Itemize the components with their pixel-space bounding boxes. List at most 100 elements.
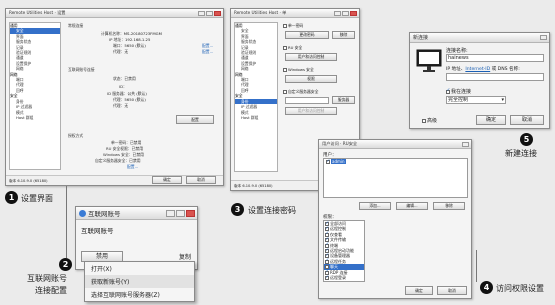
user-access-control-button[interactable]: 用户和访问控制 bbox=[285, 53, 337, 61]
window-controls bbox=[462, 141, 471, 147]
edit-user-button[interactable]: 编辑... bbox=[396, 202, 428, 210]
callout-line-2 bbox=[66, 186, 67, 258]
add-user-button[interactable]: 添加... bbox=[359, 202, 391, 210]
maximize-button[interactable] bbox=[206, 10, 213, 16]
minimize-button[interactable] bbox=[198, 10, 205, 16]
tree-item[interactable]: Host 群组 bbox=[235, 115, 277, 120]
windows-security-checkbox[interactable] bbox=[283, 68, 287, 72]
auth-config-link[interactable]: 配置... bbox=[127, 164, 138, 170]
step-badge-3: 3 bbox=[231, 203, 244, 216]
minimize-button[interactable] bbox=[166, 209, 175, 217]
internet-id-config-button[interactable]: 配置 bbox=[176, 115, 214, 124]
globe-icon bbox=[79, 209, 86, 217]
custom-server-checkbox[interactable] bbox=[283, 90, 287, 94]
server-button[interactable]: 服务器 bbox=[332, 96, 355, 104]
caption-settings-ui: 设置界面 bbox=[21, 194, 53, 203]
minimize-button[interactable] bbox=[334, 10, 341, 16]
close-button[interactable] bbox=[462, 141, 469, 147]
internet-id-label: 互联网账号 bbox=[81, 227, 114, 235]
window-controls bbox=[540, 35, 549, 40]
user-list-item[interactable]: admin bbox=[324, 159, 467, 164]
caption-access-permission: 访问权限设置 bbox=[496, 284, 544, 293]
settings-window: Remote Utilities Host · 设置 通用 安全 界面 服务状态 记录验… bbox=[5, 8, 224, 186]
tree-item[interactable]: Host 群组 bbox=[10, 115, 60, 120]
single-password-option[interactable]: 单一密码 bbox=[283, 23, 303, 29]
server-select[interactable] bbox=[285, 97, 329, 104]
chevron-down-icon: ▾ bbox=[501, 97, 504, 103]
caption-connection-password: 设置连接密码 bbox=[248, 206, 296, 215]
cancel-button[interactable]: 取消 bbox=[186, 176, 216, 184]
security-titlebar: Remote Utilities Host · 单 bbox=[231, 9, 359, 18]
context-menu-item[interactable]: 打开(X) bbox=[85, 262, 194, 275]
id-row: ID： bbox=[119, 84, 127, 89]
window-title: 用户访问 · RU安全 bbox=[322, 141, 358, 146]
advanced-checkbox[interactable] bbox=[422, 118, 426, 123]
custom-server-security-option[interactable]: 自定义服务器安全 bbox=[283, 89, 318, 95]
id-proxy-row: 代理：无 bbox=[113, 103, 129, 108]
caption-internet-id-line2: 连接配置 bbox=[35, 286, 67, 295]
custom-user-access-button[interactable]: 用户和访问控制 bbox=[285, 107, 337, 115]
callout-line-4 bbox=[476, 250, 477, 282]
users-list[interactable]: admin bbox=[323, 158, 468, 198]
permission-checkbox[interactable] bbox=[325, 275, 329, 280]
single-password-checkbox[interactable] bbox=[283, 24, 287, 28]
connect-now-option[interactable]: 我在连接 bbox=[446, 88, 471, 95]
change-password-button[interactable]: 更改密码 bbox=[285, 31, 329, 39]
windows-security-option[interactable]: Windows 安全 bbox=[283, 67, 314, 73]
ru-security-checkbox[interactable] bbox=[283, 46, 287, 50]
ok-button[interactable]: 确定 bbox=[152, 176, 182, 184]
connect-now-checkbox[interactable] bbox=[446, 88, 450, 94]
internet-id-link[interactable]: Internet-ID bbox=[465, 67, 490, 72]
close-button[interactable] bbox=[540, 35, 547, 40]
context-menu-item[interactable]: 获取新账号(Y) bbox=[85, 275, 194, 288]
ok-button[interactable]: 确定 bbox=[405, 286, 433, 295]
user-checkbox[interactable] bbox=[326, 159, 330, 164]
close-button[interactable] bbox=[186, 209, 195, 217]
proxy-config-link[interactable]: 配置... bbox=[202, 49, 213, 55]
cancel-button[interactable]: 取消 bbox=[437, 286, 467, 295]
window-title: Remote Utilities Host · 设置 bbox=[9, 10, 66, 15]
window-title: 互联网账号 bbox=[88, 210, 121, 218]
window-title: 新连接 bbox=[413, 35, 429, 41]
caption-internet-id-line1: 互联网账号 bbox=[27, 274, 67, 283]
remove-user-button[interactable]: 移除 bbox=[433, 202, 465, 210]
address-input[interactable] bbox=[446, 73, 544, 81]
status-row: 状态：已禁用 bbox=[113, 76, 136, 81]
settings-titlebar: Remote Utilities Host · 设置 bbox=[6, 9, 223, 18]
remove-password-button[interactable]: 移除 bbox=[332, 31, 355, 39]
new-connection-titlebar: 新连接 bbox=[410, 33, 549, 43]
permission-checkbox[interactable] bbox=[325, 258, 329, 264]
section-title-general: 常规连接 bbox=[68, 23, 84, 28]
internet-id-context-menu: 打开(X) 获取新账号(Y) 选择互联网账号服务器(Z) bbox=[84, 261, 195, 302]
ru-security-option[interactable]: RU 安全 bbox=[283, 45, 302, 51]
advanced-option[interactable]: 高级 bbox=[422, 117, 437, 124]
version-text: 版本 6.10.9.0 (65180) bbox=[234, 184, 273, 188]
internet-id-titlebar: 互联网账号 bbox=[76, 207, 197, 220]
context-menu-item[interactable]: 选择互联网账号服务器(Z) bbox=[85, 288, 194, 301]
permissions-list[interactable]: 全部访问远程控制仅查看文件传输终端远程启动功能设备管理器远程任务聊天RDP 连接… bbox=[323, 220, 365, 282]
step-badge-1: 1 bbox=[5, 191, 18, 204]
ok-button[interactable]: 确定 bbox=[476, 115, 506, 125]
connection-mode-select[interactable]: 完全控制 ▾ bbox=[446, 96, 506, 104]
proxy-row: 代理：无 bbox=[113, 49, 129, 54]
settings-tree[interactable]: 通用 安全 界面 服务状态 记录 验证规则 通道 设置保护 网络 网络 端口 代理 回呼 安全 身份 IP 过… bbox=[9, 22, 61, 170]
permission-item[interactable]: 远程登录 bbox=[324, 275, 364, 280]
maximize-button[interactable] bbox=[342, 10, 349, 16]
new-connection-window: 新连接 连接名称: hainews IP 地址、Internet-ID 或 DN… bbox=[409, 32, 550, 129]
close-button[interactable] bbox=[350, 10, 357, 16]
window-controls bbox=[334, 10, 359, 16]
close-button[interactable] bbox=[214, 10, 221, 16]
monitor-icon bbox=[416, 49, 442, 72]
window-controls bbox=[198, 10, 223, 16]
security-tree[interactable]: 通用 安全 界面 服务状态 记录 验证规则 通道 设置保护 网络 网络 端口 代理 回呼 安全 身份 IP 过… bbox=[234, 22, 278, 172]
permissions-button[interactable]: 权限 bbox=[285, 75, 337, 83]
connection-name-input[interactable]: hainews bbox=[446, 54, 544, 62]
address-label: IP 地址、Internet-ID 或 DNS 名称: bbox=[446, 67, 520, 72]
version-text: 版本 6.10.9.0 (65180) bbox=[9, 179, 48, 183]
step-badge-5: 5 bbox=[520, 133, 533, 146]
copy-link[interactable]: 复制 bbox=[179, 252, 191, 261]
cancel-button[interactable]: 取消 bbox=[510, 115, 544, 125]
step-badge-4: 4 bbox=[480, 281, 493, 294]
section-title-auth: 授权方式 bbox=[68, 133, 84, 138]
maximize-button[interactable] bbox=[176, 209, 185, 217]
